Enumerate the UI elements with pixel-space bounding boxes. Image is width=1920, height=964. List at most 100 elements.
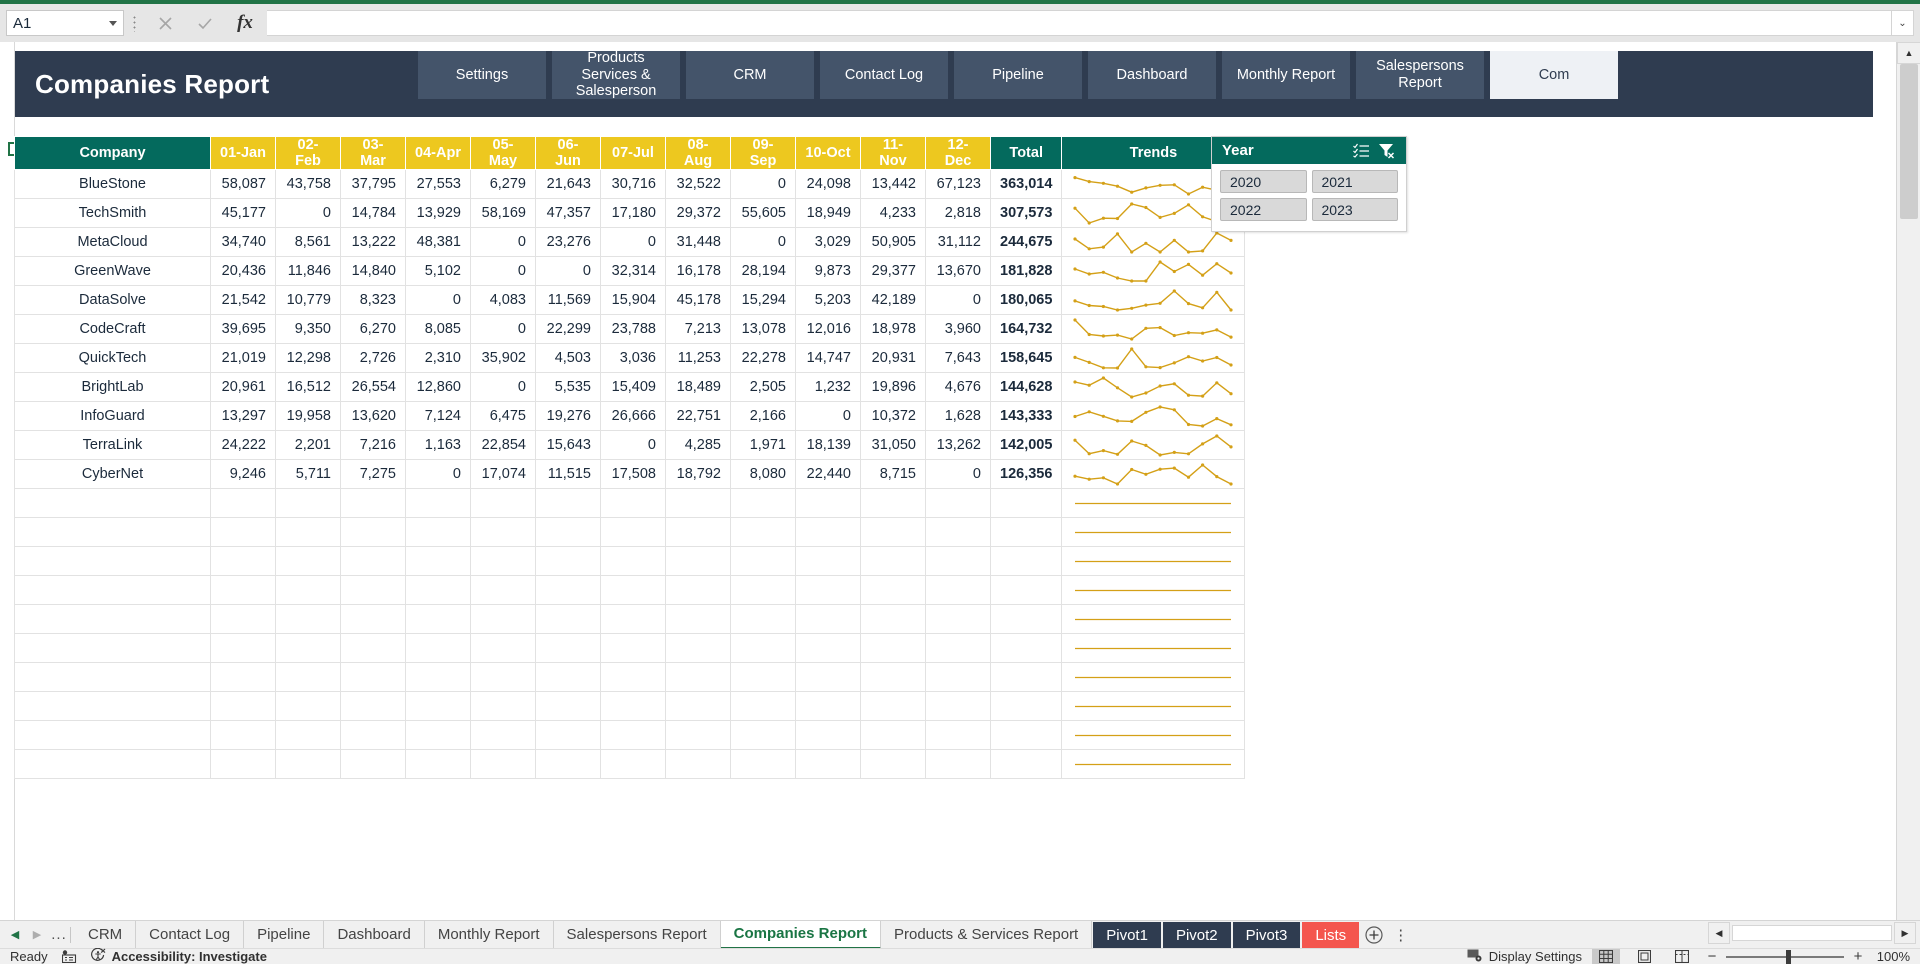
cell-month-3[interactable]: 8,323 [340,285,406,315]
cell-month-12[interactable] [925,749,991,779]
sheet-tab-dashboard[interactable]: Dashboard [324,920,425,949]
cell-total[interactable]: 307,573 [989,198,1063,228]
cell-month-5[interactable] [470,575,536,605]
cell-month-3[interactable]: 13,620 [340,401,406,431]
cell-month-8[interactable] [665,749,731,779]
table-row[interactable]: BrightLab 20,961 16,512 26,554 12,860 0 5,535 1… [14,372,1246,402]
record-macro-icon[interactable] [61,950,77,963]
cell-total[interactable] [989,662,1063,692]
cell-month-9[interactable]: 2,166 [730,401,796,431]
cell-month-7[interactable] [600,604,666,634]
zoom-slider[interactable] [1726,949,1844,964]
cell-month-6[interactable]: 15,643 [535,430,601,460]
scroll-right-icon[interactable]: ▶ [1894,922,1916,944]
check-icon[interactable] [185,9,225,37]
column-header-12-dec[interactable]: 12-Dec [925,136,991,170]
formula-bar-grip[interactable] [133,14,136,32]
cell-month-4[interactable]: 48,381 [405,227,471,257]
table-row-empty[interactable] [14,720,1246,750]
cell-month-2[interactable] [275,517,341,547]
cell-total[interactable]: 180,065 [989,285,1063,315]
cell-total[interactable]: 181,828 [989,256,1063,286]
sheet-tab-pivot3[interactable]: Pivot3 [1232,921,1301,950]
cell-month-4[interactable]: 0 [405,459,471,489]
cell-month-10[interactable] [795,720,861,750]
cell-trend-sparkline[interactable] [1061,401,1246,431]
cell-trend-sparkline[interactable] [1061,575,1246,605]
cell-month-7[interactable] [600,517,666,547]
cell-month-9[interactable]: 13,078 [730,314,796,344]
cell-total[interactable] [989,517,1063,547]
cell-trend-sparkline[interactable] [1061,517,1246,547]
cell-trend-sparkline[interactable] [1061,546,1246,576]
sheet-tab-lists[interactable]: Lists [1302,921,1360,950]
slicer-item-2020[interactable]: 2020 [1220,170,1307,193]
cell-month-7[interactable] [600,575,666,605]
cell-month-2[interactable] [275,546,341,576]
cell-month-4[interactable] [405,691,471,721]
chevron-down-icon[interactable] [109,20,117,26]
cell-month-11[interactable] [860,546,926,576]
cell-total[interactable]: 126,356 [989,459,1063,489]
horizontal-scrollbar[interactable]: ◀ ▶ [1708,922,1916,944]
cell-month-4[interactable]: 8,085 [405,314,471,344]
cell-month-5[interactable]: 0 [470,256,536,286]
column-header-07-jul[interactable]: 07-Jul [600,136,666,170]
cell-month-12[interactable]: 13,670 [925,256,991,286]
cell-month-7[interactable] [600,749,666,779]
table-row-empty[interactable] [14,749,1246,779]
cell-month-10[interactable] [795,604,861,634]
cell-month-4[interactable]: 5,102 [405,256,471,286]
cell-month-5[interactable]: 22,854 [470,430,536,460]
cell-month-12[interactable]: 67,123 [925,169,991,199]
cell-month-12[interactable]: 4,676 [925,372,991,402]
cell-month-2[interactable] [275,633,341,663]
display-settings-button[interactable]: Display Settings [1467,949,1582,964]
vertical-scrollbar[interactable]: ▲ [1896,42,1920,920]
scroll-left-icon[interactable]: ◀ [1708,922,1730,944]
column-header-05-may[interactable]: 05-May [470,136,536,170]
cell-month-12[interactable]: 2,818 [925,198,991,228]
cell-month-9[interactable] [730,546,796,576]
page-break-preview-icon[interactable] [1668,949,1696,964]
cell-month-7[interactable]: 15,409 [600,372,666,402]
cell-month-2[interactable]: 2,201 [275,430,341,460]
cell-month-12[interactable] [925,633,991,663]
cell-month-5[interactable]: 0 [470,314,536,344]
cell-month-9[interactable] [730,604,796,634]
cell-month-4[interactable] [405,749,471,779]
zoom-level-label[interactable]: 100% [1874,949,1910,964]
cell-month-2[interactable] [275,691,341,721]
cell-month-9[interactable]: 2,505 [730,372,796,402]
cell-month-11[interactable]: 50,905 [860,227,926,257]
cell-total[interactable]: 144,628 [989,372,1063,402]
cell-month-1[interactable]: 24,222 [210,430,276,460]
cell-company[interactable] [14,517,211,547]
cell-month-6[interactable]: 0 [535,256,601,286]
sheet-tab-salespersons-report[interactable]: Salespersons Report [554,920,721,949]
cell-month-5[interactable] [470,604,536,634]
cell-month-3[interactable] [340,604,406,634]
slicer-item-2023[interactable]: 2023 [1311,198,1398,221]
cell-total[interactable] [989,749,1063,779]
cell-month-9[interactable] [730,662,796,692]
cell-total[interactable]: 158,645 [989,343,1063,373]
sheet-tabs-more-icon[interactable]: ⋮ [1388,921,1414,949]
cell-month-12[interactable]: 1,628 [925,401,991,431]
cell-month-7[interactable] [600,691,666,721]
cell-month-7[interactable]: 0 [600,227,666,257]
column-header-01-jan[interactable]: 01-Jan [210,136,276,170]
cell-month-4[interactable] [405,604,471,634]
cell-trend-sparkline[interactable] [1061,459,1246,489]
cell-month-9[interactable] [730,691,796,721]
nav-button-companies-report[interactable]: Com [1490,51,1618,99]
cell-month-3[interactable]: 37,795 [340,169,406,199]
cell-trend-sparkline[interactable] [1061,343,1246,373]
column-header-11-nov[interactable]: 11-Nov [860,136,926,170]
cell-month-5[interactable] [470,633,536,663]
cell-total[interactable]: 142,005 [989,430,1063,460]
cell-month-8[interactable]: 16,178 [665,256,731,286]
cell-month-3[interactable]: 14,840 [340,256,406,286]
cell-month-6[interactable] [535,720,601,750]
cell-month-5[interactable]: 6,279 [470,169,536,199]
